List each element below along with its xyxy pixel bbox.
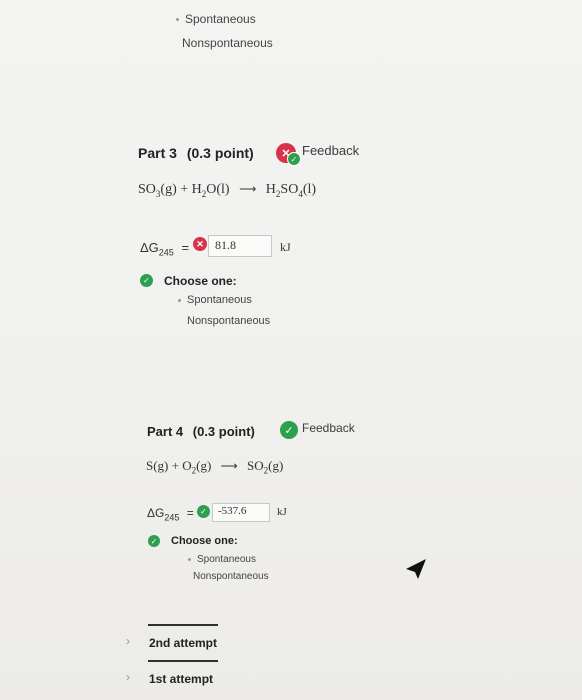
chevron-right-icon[interactable]: › bbox=[126, 670, 130, 684]
correct-check-icon: ✓ bbox=[280, 421, 298, 439]
correct-check-icon: ✓ bbox=[197, 505, 210, 518]
part4-title: Part 4 (0.3 point) bbox=[147, 424, 255, 439]
attempt-2nd[interactable]: 2nd attempt bbox=[149, 636, 217, 650]
part4-unit: kJ bbox=[277, 506, 287, 518]
part3-unit: kJ bbox=[280, 240, 291, 254]
bullet-icon bbox=[176, 18, 179, 22]
bullet-icon bbox=[178, 298, 181, 302]
top-option-nonspontaneous[interactable]: Nonspontaneous bbox=[182, 36, 273, 50]
mouse-cursor-icon bbox=[406, 559, 426, 579]
part4-option-nonspontaneous[interactable]: Nonspontaneous bbox=[193, 571, 269, 582]
top-option-spontaneous[interactable]: Spontaneous bbox=[176, 12, 256, 26]
part4-feedback-link[interactable]: Feedback bbox=[302, 421, 355, 435]
part3-equation: SO3(g) + H2O(l) ⟶ H2SO4(l) bbox=[138, 182, 317, 199]
chevron-right-icon[interactable]: › bbox=[126, 634, 130, 648]
part4-option-spontaneous[interactable]: Spontaneous bbox=[188, 554, 256, 565]
bullet-icon bbox=[188, 557, 191, 561]
attempt-1st[interactable]: 1st attempt bbox=[149, 672, 213, 686]
reaction-arrow-icon: ⟶ bbox=[220, 459, 238, 473]
reaction-arrow-icon: ⟶ bbox=[239, 182, 257, 196]
part3-delta-g-input[interactable]: 81.8 bbox=[208, 235, 272, 257]
part4-equation: S(g) + O2(g) ⟶ SO2(g) bbox=[146, 458, 284, 476]
part4-delta-g-input[interactable]: -537.6 bbox=[212, 503, 270, 522]
part4-choose-label: Choose one: bbox=[171, 535, 238, 547]
feedback-check-icon: ✓ bbox=[287, 152, 301, 166]
divider bbox=[148, 624, 218, 626]
part4-delta-g-label: ΔG245 = bbox=[147, 506, 194, 523]
divider bbox=[148, 660, 218, 662]
incorrect-icon: ✕ bbox=[193, 237, 207, 251]
part3-choose-label: Choose one: bbox=[164, 274, 237, 288]
part3-title: Part 3 (0.3 point) bbox=[138, 145, 254, 161]
part3-option-nonspontaneous[interactable]: Nonspontaneous bbox=[187, 315, 270, 327]
part3-delta-g-label: ΔG245 = bbox=[140, 240, 190, 258]
correct-check-icon: ✓ bbox=[148, 535, 160, 547]
correct-check-icon: ✓ bbox=[140, 274, 153, 287]
part3-option-spontaneous[interactable]: Spontaneous bbox=[178, 294, 252, 306]
part3-feedback-link[interactable]: Feedback bbox=[302, 143, 359, 158]
